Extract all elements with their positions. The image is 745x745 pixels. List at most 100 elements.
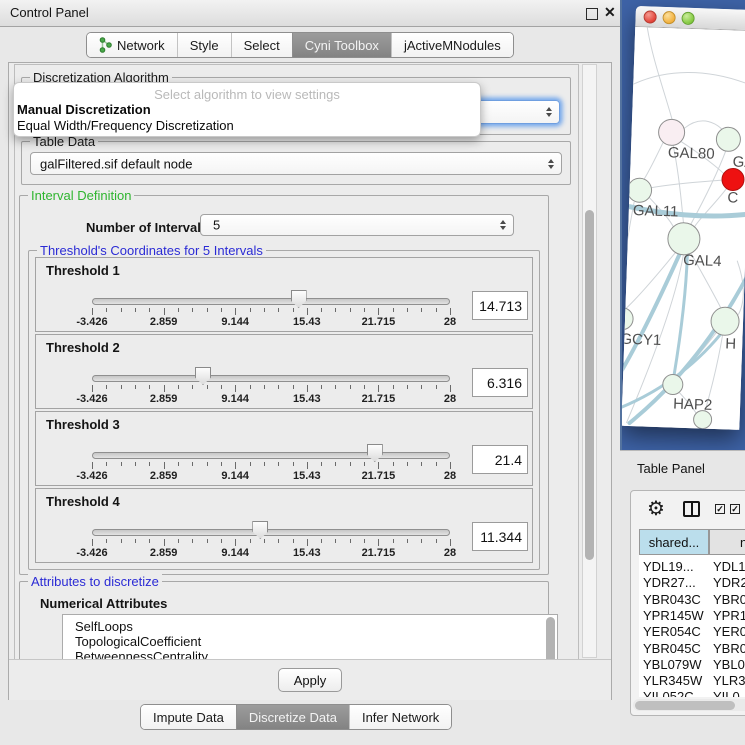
table-data-combobox[interactable]: galFiltered.sif default node — [30, 152, 562, 175]
table-row-cell[interactable]: YDR27... — [643, 575, 696, 590]
network-edge[interactable] — [684, 120, 725, 132]
tick-label: 28 — [444, 316, 456, 328]
numerical-attributes-label: Numerical Attributes — [40, 596, 167, 611]
tick-label: 15.43 — [293, 393, 321, 405]
columns-icon[interactable] — [683, 501, 700, 517]
tick-label: 9.144 — [221, 470, 249, 482]
network-edge[interactable] — [644, 141, 663, 180]
table-row-cell[interactable]: YDL1 — [713, 559, 745, 574]
network-node-h[interactable] — [711, 307, 740, 336]
table-row-cell[interactable]: YDL19... — [643, 559, 694, 574]
column-header-name[interactable]: n — [709, 529, 745, 555]
horizontal-scrollbar-thumb[interactable] — [635, 701, 735, 710]
tab-discretize-data[interactable]: Discretize Data — [236, 705, 349, 729]
slider-thumb[interactable] — [195, 367, 211, 385]
control-panel: Control Panel ✕ NetworkStyleSelectCyni T… — [0, 0, 620, 745]
float-window-icon[interactable] — [586, 8, 598, 20]
table-row-cell[interactable]: YIL0 — [713, 689, 740, 697]
table-row-cell[interactable]: YDR2 — [713, 575, 745, 590]
network-view-window[interactable]: GAL80GACGAL11GAL4GCY1HHAP2 — [621, 6, 745, 430]
network-graph: GAL80GACGAL11GAL4GCY1HHAP2 — [621, 27, 745, 430]
gear-icon[interactable]: ⚙ — [647, 498, 665, 520]
table-row-cell[interactable]: YBL079W — [643, 657, 702, 672]
number-of-intervals-combobox[interactable]: 5 — [200, 214, 514, 236]
network-node-ga[interactable] — [716, 127, 741, 152]
table-row-cell[interactable]: YPR145W — [643, 608, 704, 623]
table-row-cell[interactable]: YLR3 — [713, 673, 745, 688]
number-of-intervals-label: Number of Intervals — [86, 220, 208, 235]
tick-label: -3.426 — [76, 316, 107, 328]
tab-label: jActiveMNodules — [404, 38, 501, 53]
slider-thumb[interactable] — [252, 521, 268, 539]
vertical-scrollbar-thumb[interactable] — [585, 210, 594, 560]
network-edge-thick[interactable] — [674, 255, 687, 375]
network-canvas[interactable]: GAL80GACGAL11GAL4GCY1HHAP2 — [621, 27, 745, 430]
threshold-value-field[interactable]: 6.316 — [472, 368, 528, 397]
slider-ticks — [92, 539, 450, 548]
tab-impute-data[interactable]: Impute Data — [141, 705, 236, 729]
network-node-hap2[interactable] — [662, 374, 683, 395]
threshold-value-field[interactable]: 11.344 — [472, 522, 528, 551]
threshold-title: Threshold 2 — [46, 340, 120, 355]
table-row-cell[interactable]: YBR0 — [713, 592, 745, 607]
threshold-panel-2: Threshold 2-3.4262.8599.14415.4321.71528… — [35, 334, 533, 409]
table-row-cell[interactable]: YER0 — [713, 624, 745, 639]
tick-label: 15.43 — [293, 470, 321, 482]
minimize-traffic-light-icon[interactable] — [662, 10, 675, 23]
table-row-cell[interactable]: YPR1 — [713, 608, 745, 623]
checkbox-icon[interactable]: ✓ — [715, 504, 725, 514]
apply-button[interactable]: Apply — [278, 668, 342, 692]
node-label-ga: GA — [732, 153, 745, 171]
slider-track[interactable] — [92, 529, 450, 536]
threshold-title: Threshold 4 — [46, 494, 120, 509]
tab-label: Impute Data — [153, 710, 224, 725]
threshold-panel-4: Threshold 4-3.4262.8599.14415.4321.71528… — [35, 488, 533, 563]
tab-style[interactable]: Style — [177, 33, 231, 57]
table-row-cell[interactable]: YBR0 — [713, 641, 745, 656]
network-node-gal11[interactable] — [627, 178, 652, 203]
tab-select[interactable]: Select — [231, 33, 292, 57]
tab-infer-network[interactable]: Infer Network — [349, 705, 451, 729]
table-row-cell[interactable]: YBL0 — [713, 657, 745, 672]
attribute-item[interactable]: SelfLoops — [75, 619, 133, 634]
tab-label: Discretize Data — [249, 710, 337, 725]
column-header-shared[interactable]: shared... — [639, 529, 709, 555]
numerical-attributes-list[interactable]: SelfLoopsTopologicalCoefficientBetweenne… — [62, 614, 558, 660]
checkbox-icon[interactable]: ✓ — [730, 504, 740, 514]
horizontal-scrollbar[interactable] — [633, 699, 745, 711]
threshold-value-field[interactable]: 21.4 — [472, 445, 528, 474]
attribute-item[interactable]: TopologicalCoefficient — [75, 634, 201, 649]
table-row-cell[interactable]: YER054C — [643, 624, 701, 639]
close-icon[interactable]: ✕ — [604, 4, 616, 21]
top-tab-bar: NetworkStyleSelect Cyni Toolbox jActiveMNo… — [86, 32, 514, 58]
tab-cyni-toolbox[interactable]: Cyni Toolbox — [292, 33, 391, 57]
zoom-traffic-light-icon[interactable] — [681, 11, 694, 24]
slider-track[interactable] — [92, 452, 450, 459]
popup-item-manual-discretization[interactable]: Manual Discretization — [17, 102, 151, 117]
tab-jactivemnodules[interactable]: jActiveMNodules — [391, 33, 513, 57]
slider-track[interactable] — [92, 375, 450, 382]
network-edge[interactable] — [628, 70, 745, 91]
slider-track[interactable] — [92, 298, 450, 305]
tab-network[interactable]: Network — [87, 33, 177, 57]
tick-label: 2.859 — [150, 547, 178, 559]
network-node-gcy1[interactable] — [621, 307, 633, 330]
slider-thumb[interactable] — [367, 444, 383, 462]
threshold-value-field[interactable]: 14.713 — [472, 291, 528, 320]
tick-label: -3.426 — [76, 547, 107, 559]
table-row-cell[interactable]: YBR043C — [643, 592, 701, 607]
table-row-cell[interactable]: YBR045C — [643, 641, 701, 656]
tick-label: 9.144 — [221, 316, 249, 328]
table-row-cell[interactable]: YIL052C — [643, 689, 694, 697]
vertical-scrollbar[interactable] — [582, 64, 597, 658]
close-traffic-light-icon[interactable] — [643, 10, 656, 23]
table-row-cell[interactable]: YLR345W — [643, 673, 702, 688]
popup-item-equal-width-frequency-discretization[interactable]: Equal Width/Frequency Discretization — [17, 118, 234, 133]
network-node-c[interactable] — [722, 168, 745, 191]
slider-thumb[interactable] — [291, 290, 307, 308]
list-scrollbar[interactable] — [546, 617, 555, 660]
network-node-gal80[interactable] — [658, 119, 685, 146]
network-node-gal4[interactable] — [667, 222, 700, 255]
tab-label: Cyni Toolbox — [305, 38, 379, 53]
node-table[interactable]: shared... n YDL19... YDL1 YDR27... YDR2 YBR0… — [639, 529, 745, 697]
